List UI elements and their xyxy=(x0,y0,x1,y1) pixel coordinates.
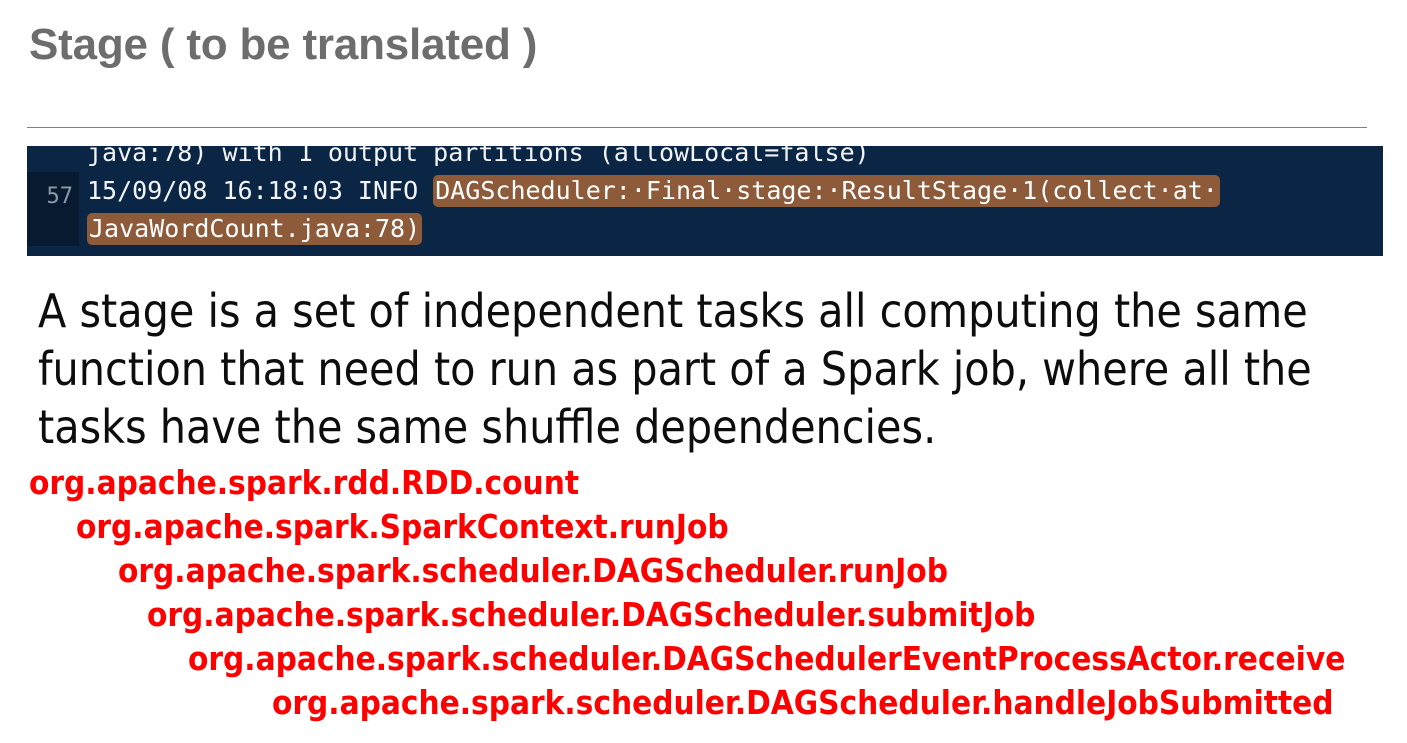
stack-trace-line-2: org.apache.spark.SparkContext.runJob xyxy=(76,507,729,546)
terminal-text-area: java:78) with 1 output partitions (allow… xyxy=(79,146,1383,256)
terminal-line-number: 57 xyxy=(46,184,74,209)
terminal-line-2-prefix: 15/09/08 16:18:03 INFO xyxy=(87,176,434,205)
gutter-top-filler xyxy=(27,146,79,172)
terminal-line-2: 15/09/08 16:18:03 INFO DAGScheduler:·Fin… xyxy=(87,172,1383,210)
body-paragraph-line-3: tasks have the same shuffle dependencies… xyxy=(38,400,937,454)
stack-trace-line-3: org.apache.spark.scheduler.DAGScheduler.… xyxy=(118,551,948,590)
stack-trace-line-4: org.apache.spark.scheduler.DAGScheduler.… xyxy=(147,595,1036,634)
body-paragraph-line-1: A stage is a set of independent tasks al… xyxy=(38,284,1308,338)
stack-trace-line-6: org.apache.spark.scheduler.DAGScheduler.… xyxy=(272,683,1334,722)
stack-trace-line-1: org.apache.spark.rdd.RDD.count xyxy=(29,463,580,502)
terminal-line-2-selection: DAGScheduler:·Final·stage:·ResultStage·1… xyxy=(433,175,1220,207)
terminal-log-block: 57 java:78) with 1 output partitions (al… xyxy=(27,146,1383,256)
gutter-bottom-filler xyxy=(27,246,79,256)
body-paragraph: A stage is a set of independent tasks al… xyxy=(38,282,1368,456)
page-title: Stage ( to be translated ) xyxy=(29,20,538,69)
terminal-line-3: JavaWordCount.java:78) xyxy=(87,210,1383,248)
terminal-line-1: java:78) with 1 output partitions (allow… xyxy=(87,146,870,167)
stack-trace-line-5: org.apache.spark.scheduler.DAGSchedulerE… xyxy=(188,639,1346,678)
terminal-line-number-gutter: 57 xyxy=(27,146,79,256)
title-divider-rule xyxy=(27,127,1367,128)
terminal-line-3-selection: JavaWordCount.java:78) xyxy=(87,213,423,245)
body-paragraph-line-2: function that need to run as part of a S… xyxy=(38,342,1312,396)
stack-trace-list: org.apache.spark.rdd.RDD.count org.apach… xyxy=(0,461,1407,725)
